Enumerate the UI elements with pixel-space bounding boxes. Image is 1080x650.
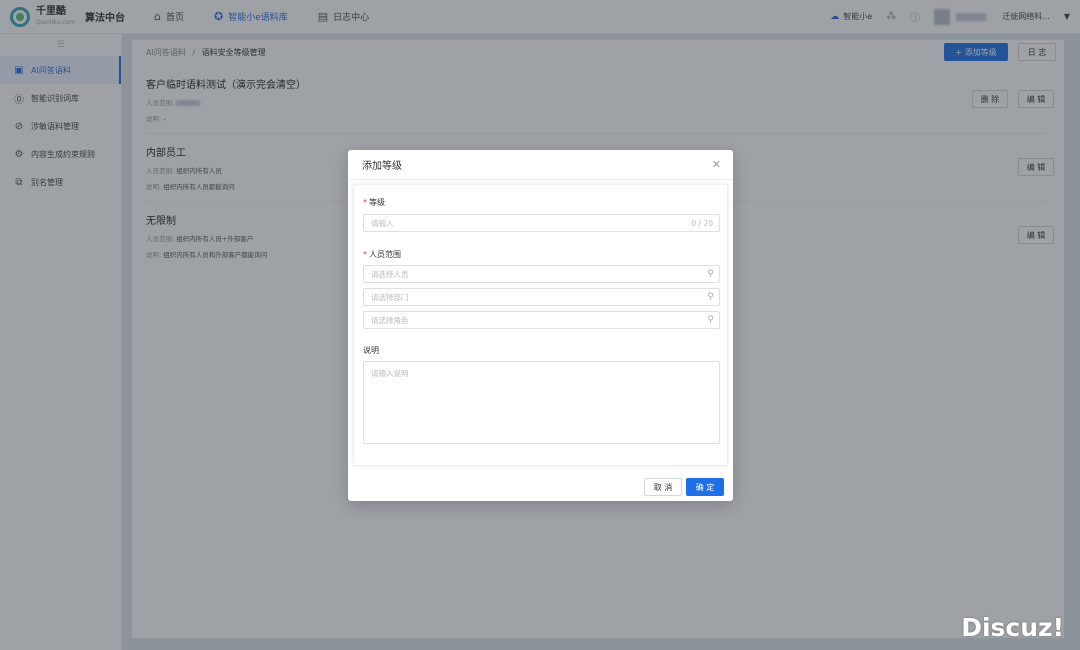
level-label: * 等级 [363,198,385,207]
level-input[interactable]: 请输入 0 / 20 [363,214,720,232]
close-icon[interactable]: ✕ [712,158,721,171]
required-mark: * [363,250,367,259]
dialog-form: * 等级 请输入 0 / 20 * 人员范围 请选择人员 ⚲ 请选择部门 ⚲ 请选择… [353,184,728,466]
watermark: Discuz! [961,613,1064,642]
search-icon: ⚲ [707,269,714,279]
dialog-title: 添加等级 [348,150,733,180]
char-counter: 0 / 20 [691,218,713,228]
role-select[interactable]: 请选择角色 ⚲ [363,311,720,329]
required-mark: * [363,198,367,207]
scope-label: * 人员范围 [363,250,401,259]
department-select[interactable]: 请选择部门 ⚲ [363,288,720,306]
add-level-dialog: 添加等级 ✕ * 等级 请输入 0 / 20 * 人员范围 请选择人员 ⚲ 请选择部… [348,150,733,501]
confirm-button[interactable]: 确 定 [686,478,724,496]
search-icon: ⚲ [707,315,714,325]
cancel-button[interactable]: 取 消 [644,478,682,496]
description-textarea[interactable]: 请输入说明 [363,361,720,444]
search-icon: ⚲ [707,292,714,302]
person-select[interactable]: 请选择人员 ⚲ [363,265,720,283]
desc-label: 说明 [363,346,379,355]
